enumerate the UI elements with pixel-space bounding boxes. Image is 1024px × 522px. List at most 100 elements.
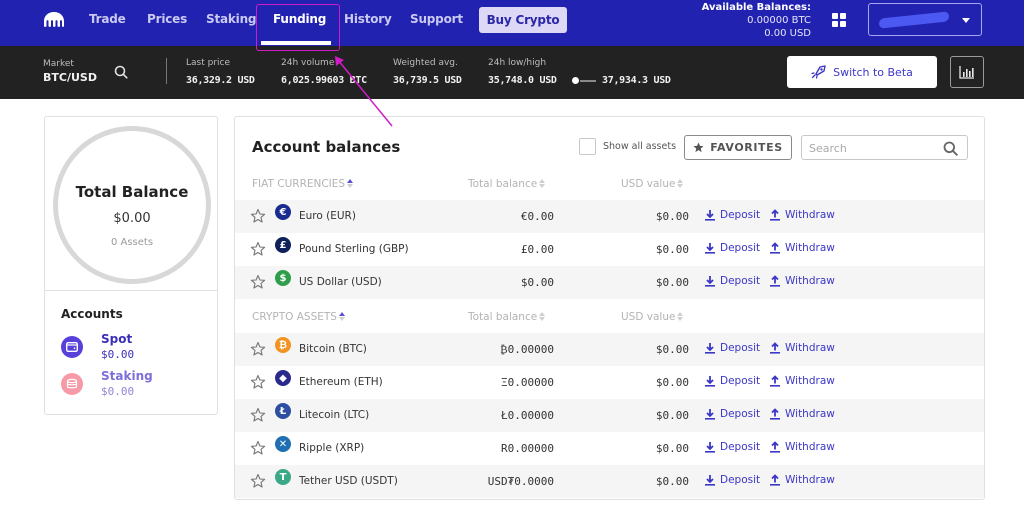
account-spot-name[interactable]: Spot: [101, 332, 132, 346]
crypto-sort-header[interactable]: CRYPTO ASSETS: [252, 311, 345, 323]
top-navigation: Trade Prices Staking Funding History Sup…: [0, 0, 1024, 46]
withdraw-link[interactable]: Withdraw: [769, 375, 835, 387]
favorite-star-icon[interactable]: [250, 407, 266, 423]
deposit-label: Deposit: [720, 441, 761, 453]
redacted-username-mask: [879, 11, 949, 29]
deposit-link[interactable]: Deposit: [704, 209, 760, 221]
chart-toggle-button[interactable]: [950, 56, 984, 88]
total-balance-header-label: Total balance: [468, 178, 538, 190]
asset-usd-value: $0.00: [655, 343, 689, 356]
deposit-link[interactable]: Deposit: [704, 375, 760, 387]
asset-usd-value: $0.00: [655, 475, 689, 488]
sort-icon: [677, 179, 684, 189]
user-menu-button[interactable]: [868, 3, 982, 36]
asset-usd-value: $0.00: [655, 276, 689, 289]
apps-grid-icon[interactable]: [832, 13, 846, 27]
deposit-label: Deposit: [720, 474, 761, 486]
caret-down-icon: [962, 18, 970, 23]
account-staking-name[interactable]: Staking: [101, 369, 153, 383]
fiat-section-title: FIAT CURRENCIES: [252, 178, 346, 190]
download-icon: [705, 343, 715, 354]
asset-search-field[interactable]: [801, 135, 968, 160]
favorite-star-icon[interactable]: [250, 374, 266, 390]
usd-value-sort-header[interactable]: USD value: [621, 311, 684, 323]
show-all-assets-label[interactable]: Show all assets: [603, 141, 676, 152]
favorite-star-icon[interactable]: [250, 341, 266, 357]
usd-value-sort-header[interactable]: USD value: [621, 178, 684, 190]
withdraw-label: Withdraw: [785, 474, 835, 486]
deposit-link[interactable]: Deposit: [704, 275, 760, 287]
deposit-link[interactable]: Deposit: [704, 242, 760, 254]
asset-total-balance: Ł0.00000: [501, 409, 554, 422]
show-all-assets-checkbox[interactable]: [579, 138, 596, 155]
withdraw-link[interactable]: Withdraw: [769, 441, 835, 453]
nav-staking[interactable]: Staking: [206, 12, 257, 26]
deposit-label: Deposit: [720, 375, 761, 387]
download-icon: [705, 276, 715, 287]
weighted-avg-value: 36,739.5 USD: [393, 75, 462, 86]
withdraw-label: Withdraw: [785, 441, 835, 453]
nav-trade[interactable]: Trade: [89, 12, 126, 26]
asset-total-balance: R0.00000: [501, 442, 554, 455]
nav-support[interactable]: Support: [410, 12, 463, 26]
annotation-highlight-box: [256, 4, 340, 51]
weighted-avg-label: Weighted avg.: [393, 58, 458, 68]
asset-total-balance: £0.00: [520, 243, 554, 256]
asset-usd-value: $0.00: [655, 210, 689, 223]
balance-row: T Tether USD (USDT) USD₮0.0000 $0.00 Dep…: [235, 465, 984, 498]
volume-value: 6,025.99603 BTC: [281, 75, 367, 86]
dollar-icon: $: [275, 270, 291, 286]
favorite-star-icon[interactable]: [250, 208, 266, 224]
ethereum-icon: ◆: [275, 370, 291, 386]
volume-label: 24h volume: [281, 58, 335, 68]
deposit-link[interactable]: Deposit: [704, 441, 760, 453]
favorite-star-icon[interactable]: [250, 241, 266, 257]
withdraw-link[interactable]: Withdraw: [769, 474, 835, 486]
withdraw-link[interactable]: Withdraw: [769, 408, 835, 420]
kraken-logo-icon[interactable]: [43, 11, 65, 29]
nav-prices[interactable]: Prices: [147, 12, 187, 26]
buy-crypto-button[interactable]: Buy Crypto: [479, 7, 567, 33]
total-balance-sort-header[interactable]: Total balance: [468, 178, 546, 190]
available-usd: 0.00 USD: [764, 28, 811, 39]
favorite-star-icon[interactable]: [250, 440, 266, 456]
favorite-star-icon[interactable]: [250, 274, 266, 290]
withdraw-link[interactable]: Withdraw: [769, 209, 835, 221]
asset-search-input[interactable]: [809, 140, 929, 156]
withdraw-link[interactable]: Withdraw: [769, 342, 835, 354]
available-btc: 0.00000 BTC: [747, 15, 811, 26]
deposit-link[interactable]: Deposit: [704, 342, 760, 354]
available-balances: Available Balances: 0.00000 BTC 0.00 USD: [702, 1, 811, 40]
market-search-icon[interactable]: [114, 65, 128, 79]
nav-history[interactable]: History: [344, 12, 392, 26]
asset-total-balance: Ξ0.00000: [501, 376, 554, 389]
total-balance-title: Total Balance: [75, 183, 189, 201]
bitcoin-icon: ₿: [275, 337, 291, 353]
download-icon: [705, 475, 715, 486]
asset-total-balance: USD₮0.0000: [487, 475, 554, 488]
withdraw-link[interactable]: Withdraw: [769, 242, 835, 254]
favorites-button[interactable]: FAVORITES: [684, 135, 792, 160]
card-divider: [45, 290, 217, 291]
sort-icon: [539, 312, 546, 322]
total-balance-card: Total Balance $0.00 0 Assets Accounts Sp…: [44, 116, 218, 415]
favorite-star-icon[interactable]: [250, 473, 266, 489]
withdraw-link[interactable]: Withdraw: [769, 275, 835, 287]
asset-usd-value: $0.00: [655, 243, 689, 256]
asset-total-balance: $0.00: [520, 276, 554, 289]
asset-usd-value: $0.00: [655, 409, 689, 422]
deposit-link[interactable]: Deposit: [704, 474, 760, 486]
download-icon: [705, 442, 715, 453]
fiat-sort-header[interactable]: FIAT CURRENCIES: [252, 178, 354, 190]
deposit-link[interactable]: Deposit: [704, 408, 760, 420]
total-balance-sort-header[interactable]: Total balance: [468, 311, 546, 323]
download-icon: [705, 210, 715, 221]
upload-icon: [770, 375, 780, 387]
switch-to-beta-button[interactable]: Switch to Beta: [787, 56, 937, 88]
crypto-section-header: CRYPTO ASSETS Total balance USD value: [235, 306, 984, 330]
market-pair[interactable]: BTC/USD: [43, 71, 97, 84]
balance-row: £ Pound Sterling (GBP) £0.00 $0.00 Depos…: [235, 233, 984, 266]
withdraw-label: Withdraw: [785, 209, 835, 221]
withdraw-label: Withdraw: [785, 342, 835, 354]
search-icon[interactable]: [943, 141, 958, 156]
